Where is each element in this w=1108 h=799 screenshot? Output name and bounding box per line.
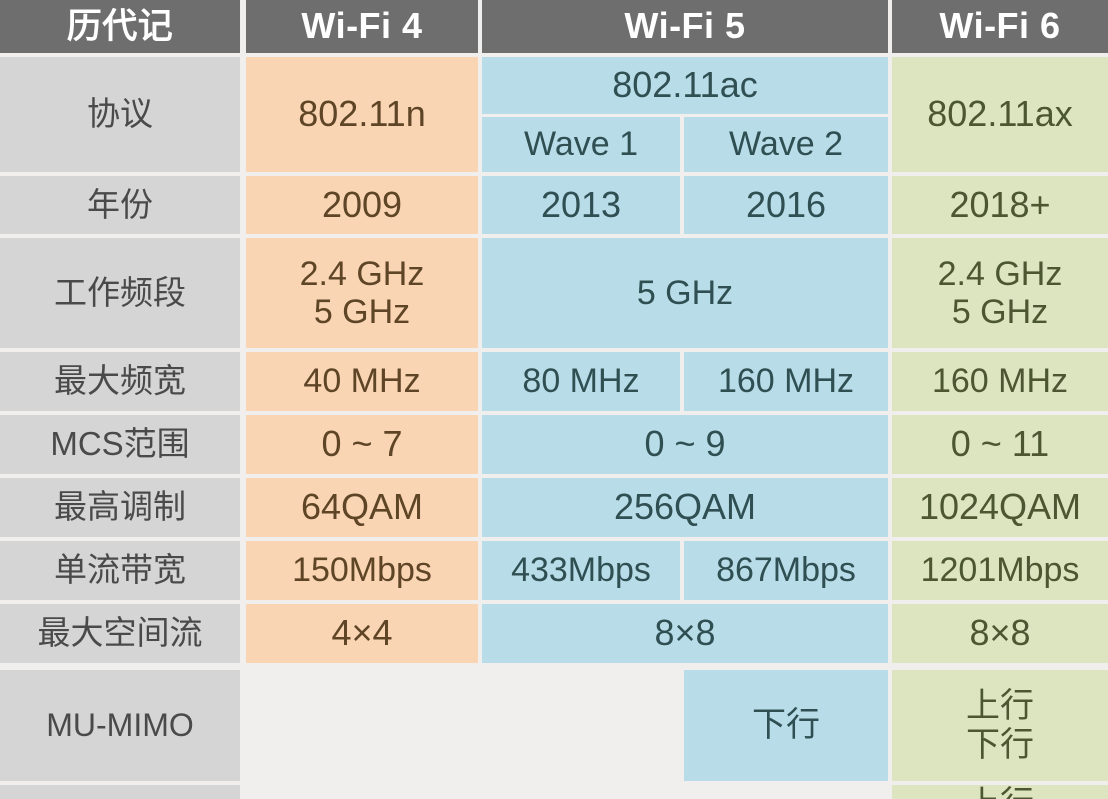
cell-bandwidth-wifi4: 40 MHz (246, 352, 478, 411)
cell-partial-bottom-wave1 (482, 785, 680, 799)
cell-protocol-wifi6: 802.11ax (892, 57, 1108, 172)
cell-year-wave2: 2016 (684, 176, 888, 234)
cell-partial-bottom-wave2 (684, 785, 888, 799)
cell-mcs-wifi5: 0 ~ 9 (482, 415, 888, 474)
cell-spatial-streams-wifi4: 4×4 (246, 604, 478, 663)
row-label-band: 工作频段 (0, 238, 240, 348)
cell-band-wifi6-line2: 5 GHz (951, 293, 1049, 331)
cell-year-wave1: 2013 (482, 176, 680, 234)
cell-band-wifi4-line1: 2.4 GHz (299, 254, 425, 293)
cell-band-wifi6-line1: 2.4 GHz (937, 254, 1063, 293)
row-label-modulation: 最高调制 (0, 478, 240, 537)
cell-partial-bottom-wifi6: 上行 (892, 785, 1108, 799)
row-label-spatial-streams: 最大空间流 (0, 604, 240, 663)
wifi-generation-comparison-table: 历代记 Wi-Fi 4 Wi-Fi 5 Wi-Fi 6 协议 802.11n 8… (0, 0, 1108, 799)
cell-modulation-wifi6: 1024QAM (892, 478, 1108, 537)
cell-partial-bottom-wifi4 (246, 785, 478, 799)
cell-modulation-wifi5: 256QAM (482, 478, 888, 537)
cell-spatial-streams-wifi6: 8×8 (892, 604, 1108, 663)
header-cell-wifi6: Wi-Fi 6 (892, 0, 1108, 53)
cell-mu-mimo-wifi6: 上行 下行 (892, 670, 1108, 781)
cell-band-wifi5: 5 GHz (482, 238, 888, 348)
cell-mcs-wifi4: 0 ~ 7 (246, 415, 478, 474)
cell-band-wifi4-line2: 5 GHz (313, 293, 411, 331)
row-label-protocol: 协议 (0, 57, 240, 172)
cell-mu-mimo-wave2: 下行 (684, 670, 888, 781)
row-label-bandwidth: 最大频宽 (0, 352, 240, 411)
cell-protocol-wifi4: 802.11n (246, 57, 478, 172)
cell-mu-mimo-wifi6-line1: 上行 (966, 687, 1034, 726)
cell-protocol-wifi5: 802.11ac (482, 57, 888, 114)
cell-bandwidth-wave1: 80 MHz (482, 352, 680, 411)
cell-mu-mimo-wave1 (482, 670, 680, 781)
header-cell-generation-label: 历代记 (0, 0, 240, 53)
cell-mcs-wifi6: 0 ~ 11 (892, 415, 1108, 474)
cell-stream-rate-wave1: 433Mbps (482, 541, 680, 600)
cell-spatial-streams-wifi5: 8×8 (482, 604, 888, 663)
row-label-partial-bottom (0, 785, 240, 799)
cell-mu-mimo-wifi6-line2: 下行 (966, 725, 1034, 764)
cell-stream-rate-wifi6: 1201Mbps (892, 541, 1108, 600)
subheader-cell-wave1: Wave 1 (482, 117, 680, 172)
row-label-year: 年份 (0, 176, 240, 234)
row-label-mu-mimo: MU-MIMO (0, 670, 240, 781)
cell-bandwidth-wifi6: 160 MHz (892, 352, 1108, 411)
cell-stream-rate-wifi4: 150Mbps (246, 541, 478, 600)
cell-year-wifi6: 2018+ (892, 176, 1108, 234)
row-label-mcs: MCS范围 (0, 415, 240, 474)
cell-band-wifi6: 2.4 GHz 5 GHz (892, 238, 1108, 348)
row-label-stream-rate: 单流带宽 (0, 541, 240, 600)
cell-stream-rate-wave2: 867Mbps (684, 541, 888, 600)
cell-year-wifi4: 2009 (246, 176, 478, 234)
cell-modulation-wifi4: 64QAM (246, 478, 478, 537)
cell-bandwidth-wave2: 160 MHz (684, 352, 888, 411)
cell-mu-mimo-wifi4 (246, 670, 478, 781)
subheader-cell-wave2: Wave 2 (684, 117, 888, 172)
header-cell-wifi5: Wi-Fi 5 (482, 0, 888, 53)
cell-band-wifi4: 2.4 GHz 5 GHz (246, 238, 478, 348)
header-cell-wifi4: Wi-Fi 4 (246, 0, 478, 53)
